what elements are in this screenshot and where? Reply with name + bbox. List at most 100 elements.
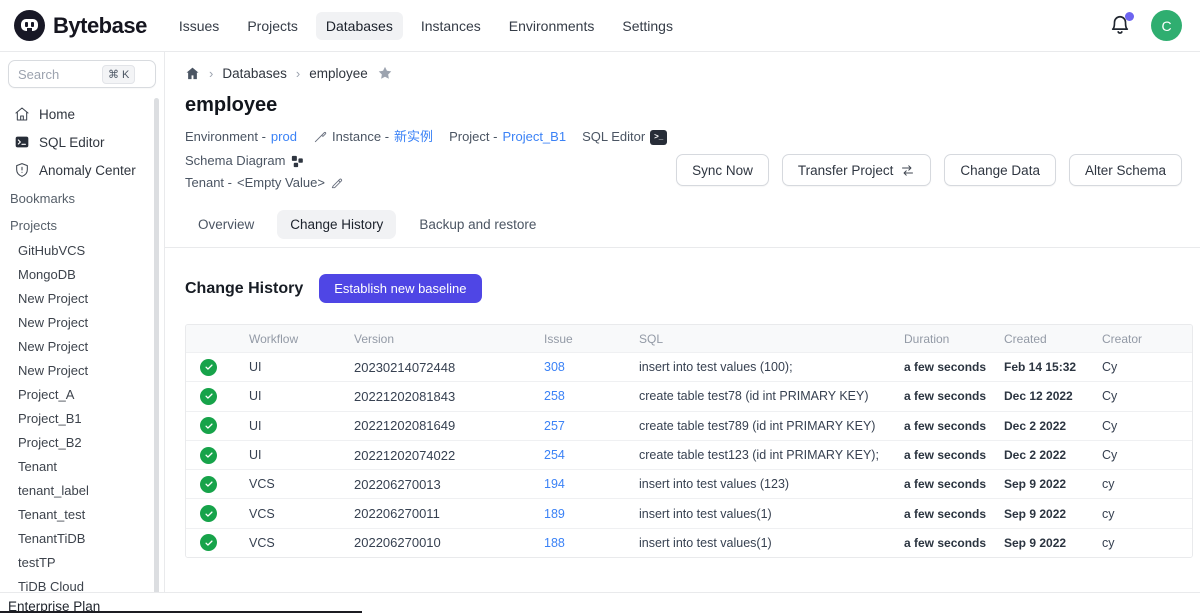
workflow-cell: UI	[241, 360, 346, 374]
table-row[interactable]: UI 20230214072448 308 insert into test v…	[186, 352, 1192, 381]
creator-cell: Cy	[1094, 389, 1192, 403]
success-check-icon	[200, 359, 217, 376]
sidebar-project-list: GitHubVCSMongoDBNew ProjectNew ProjectNe…	[0, 238, 164, 598]
issue-link[interactable]: 189	[544, 507, 565, 521]
breadcrumb-databases[interactable]: Databases	[222, 66, 287, 81]
nav-item[interactable]: Projects	[237, 12, 308, 40]
sidebar-project-item[interactable]: Project_A	[0, 382, 164, 406]
search-box[interactable]: ⌘ K	[8, 60, 156, 88]
col-sql: SQL	[631, 332, 896, 346]
success-check-icon	[200, 417, 217, 434]
success-check-icon	[200, 505, 217, 522]
sidebar-project-item[interactable]: New Project	[0, 310, 164, 334]
creator-cell: cy	[1094, 536, 1192, 550]
nav-item[interactable]: Issues	[169, 12, 229, 40]
environment-link[interactable]: prod	[271, 126, 297, 148]
created-cell: Feb 14 15:32	[996, 360, 1094, 374]
establish-baseline-button[interactable]: Establish new baseline	[319, 274, 481, 303]
success-check-icon	[200, 476, 217, 493]
tab-divider	[165, 247, 1200, 248]
table-row[interactable]: UI 20221202081843 258 create table test7…	[186, 381, 1192, 410]
sidebar-project-item[interactable]: MongoDB	[0, 262, 164, 286]
table-row[interactable]: UI 20221202081649 257 create table test7…	[186, 411, 1192, 440]
edit-pencil-icon[interactable]	[330, 176, 344, 190]
sidebar-project-item[interactable]: New Project	[0, 334, 164, 358]
project-link[interactable]: Project_B1	[502, 126, 566, 148]
shield-icon	[14, 162, 30, 178]
sync-now-button[interactable]: Sync Now	[676, 154, 769, 186]
sql-cell: insert into test values(1)	[631, 536, 896, 550]
issue-link[interactable]: 258	[544, 389, 565, 403]
duration-cell: a few seconds	[896, 477, 996, 491]
nav-item[interactable]: Environments	[499, 12, 605, 40]
sql-cell: insert into test values (100);	[631, 360, 896, 374]
created-cell: Sep 9 2022	[996, 477, 1094, 491]
issue-link[interactable]: 194	[544, 477, 565, 491]
sidebar-section-projects: Projects	[0, 211, 164, 238]
creator-cell: Cy	[1094, 360, 1192, 374]
transfer-project-button[interactable]: Transfer Project	[782, 154, 932, 186]
sidebar-item-sql-editor[interactable]: SQL Editor	[0, 128, 164, 156]
sql-cell: create table test789 (id int PRIMARY KEY…	[631, 419, 896, 433]
instance-link[interactable]: 新实例	[394, 126, 433, 148]
database-meta: Environment - prod Instance - 新实例 Projec…	[185, 126, 745, 194]
sidebar-scrollbar[interactable]	[154, 98, 159, 598]
breadcrumb-home-icon[interactable]	[185, 66, 200, 81]
sidebar-project-item[interactable]: New Project	[0, 358, 164, 382]
duration-cell: a few seconds	[896, 448, 996, 462]
enterprise-plan-label[interactable]: Enterprise Plan	[0, 593, 1200, 613]
top-nav: Bytebase Issues Projects Databases Instance…	[0, 0, 1200, 52]
created-cell: Dec 2 2022	[996, 448, 1094, 462]
sidebar-item-home[interactable]: Home	[0, 100, 164, 128]
col-created: Created	[996, 332, 1094, 346]
sidebar-project-item[interactable]: Tenant_test	[0, 502, 164, 526]
sidebar-project-item[interactable]: GitHubVCS	[0, 238, 164, 262]
tab[interactable]: Backup and restore	[406, 210, 549, 239]
schema-diagram-shortcut[interactable]: Schema Diagram	[185, 150, 305, 172]
duration-cell: a few seconds	[896, 389, 996, 403]
created-cell: Dec 2 2022	[996, 419, 1094, 433]
sidebar-project-item[interactable]: testTP	[0, 550, 164, 574]
issue-link[interactable]: 308	[544, 360, 565, 374]
version-cell: 202206270011	[346, 506, 536, 521]
nav-item[interactable]: Instances	[411, 12, 491, 40]
sidebar-project-item[interactable]: Project_B1	[0, 406, 164, 430]
user-avatar[interactable]: C	[1151, 10, 1182, 41]
issue-link[interactable]: 257	[544, 419, 565, 433]
sidebar: ⌘ K Home SQL Editor Anomaly Center Bookm…	[0, 52, 165, 613]
creator-cell: cy	[1094, 477, 1192, 491]
workflow-cell: VCS	[241, 507, 346, 521]
duration-cell: a few seconds	[896, 360, 996, 374]
table-row[interactable]: VCS 202206270010 188 insert into test va…	[186, 528, 1192, 557]
alter-schema-button[interactable]: Alter Schema	[1069, 154, 1182, 186]
col-issue: Issue	[536, 332, 631, 346]
sidebar-project-item[interactable]: TenantTiDB	[0, 526, 164, 550]
tab[interactable]: Overview	[185, 210, 267, 239]
tab[interactable]: Change History	[277, 210, 396, 239]
nav-item[interactable]: Databases	[316, 12, 403, 40]
issue-link[interactable]: 254	[544, 448, 565, 462]
tenant-value: <Empty Value>	[237, 172, 325, 194]
brand-logo[interactable]: Bytebase	[14, 10, 147, 41]
success-check-icon	[200, 447, 217, 464]
nav-item[interactable]: Settings	[612, 12, 683, 40]
change-data-button[interactable]: Change Data	[944, 154, 1056, 186]
page-title: employee	[185, 94, 1180, 117]
sidebar-project-item[interactable]: Tenant	[0, 454, 164, 478]
notification-bell-icon[interactable]	[1109, 14, 1133, 38]
breadcrumb-employee[interactable]: employee	[309, 66, 368, 81]
bookmark-star-icon[interactable]	[377, 65, 393, 81]
table-row[interactable]: UI 20221202074022 254 create table test1…	[186, 440, 1192, 469]
issue-link[interactable]: 188	[544, 536, 565, 550]
sidebar-project-item[interactable]: tenant_label	[0, 478, 164, 502]
database-tabs: Overview Change History Backup and restore	[185, 210, 1180, 239]
schema-diagram-icon	[290, 154, 305, 169]
sidebar-project-item[interactable]: Project_B2	[0, 430, 164, 454]
table-row[interactable]: VCS 202206270013 194 insert into test va…	[186, 469, 1192, 498]
creator-cell: Cy	[1094, 419, 1192, 433]
sql-editor-shortcut[interactable]: SQL Editor >_	[582, 126, 667, 148]
search-input[interactable]	[18, 67, 102, 82]
sidebar-project-item[interactable]: New Project	[0, 286, 164, 310]
table-row[interactable]: VCS 202206270011 189 insert into test va…	[186, 498, 1192, 527]
sidebar-item-anomaly-center[interactable]: Anomaly Center	[0, 156, 164, 184]
